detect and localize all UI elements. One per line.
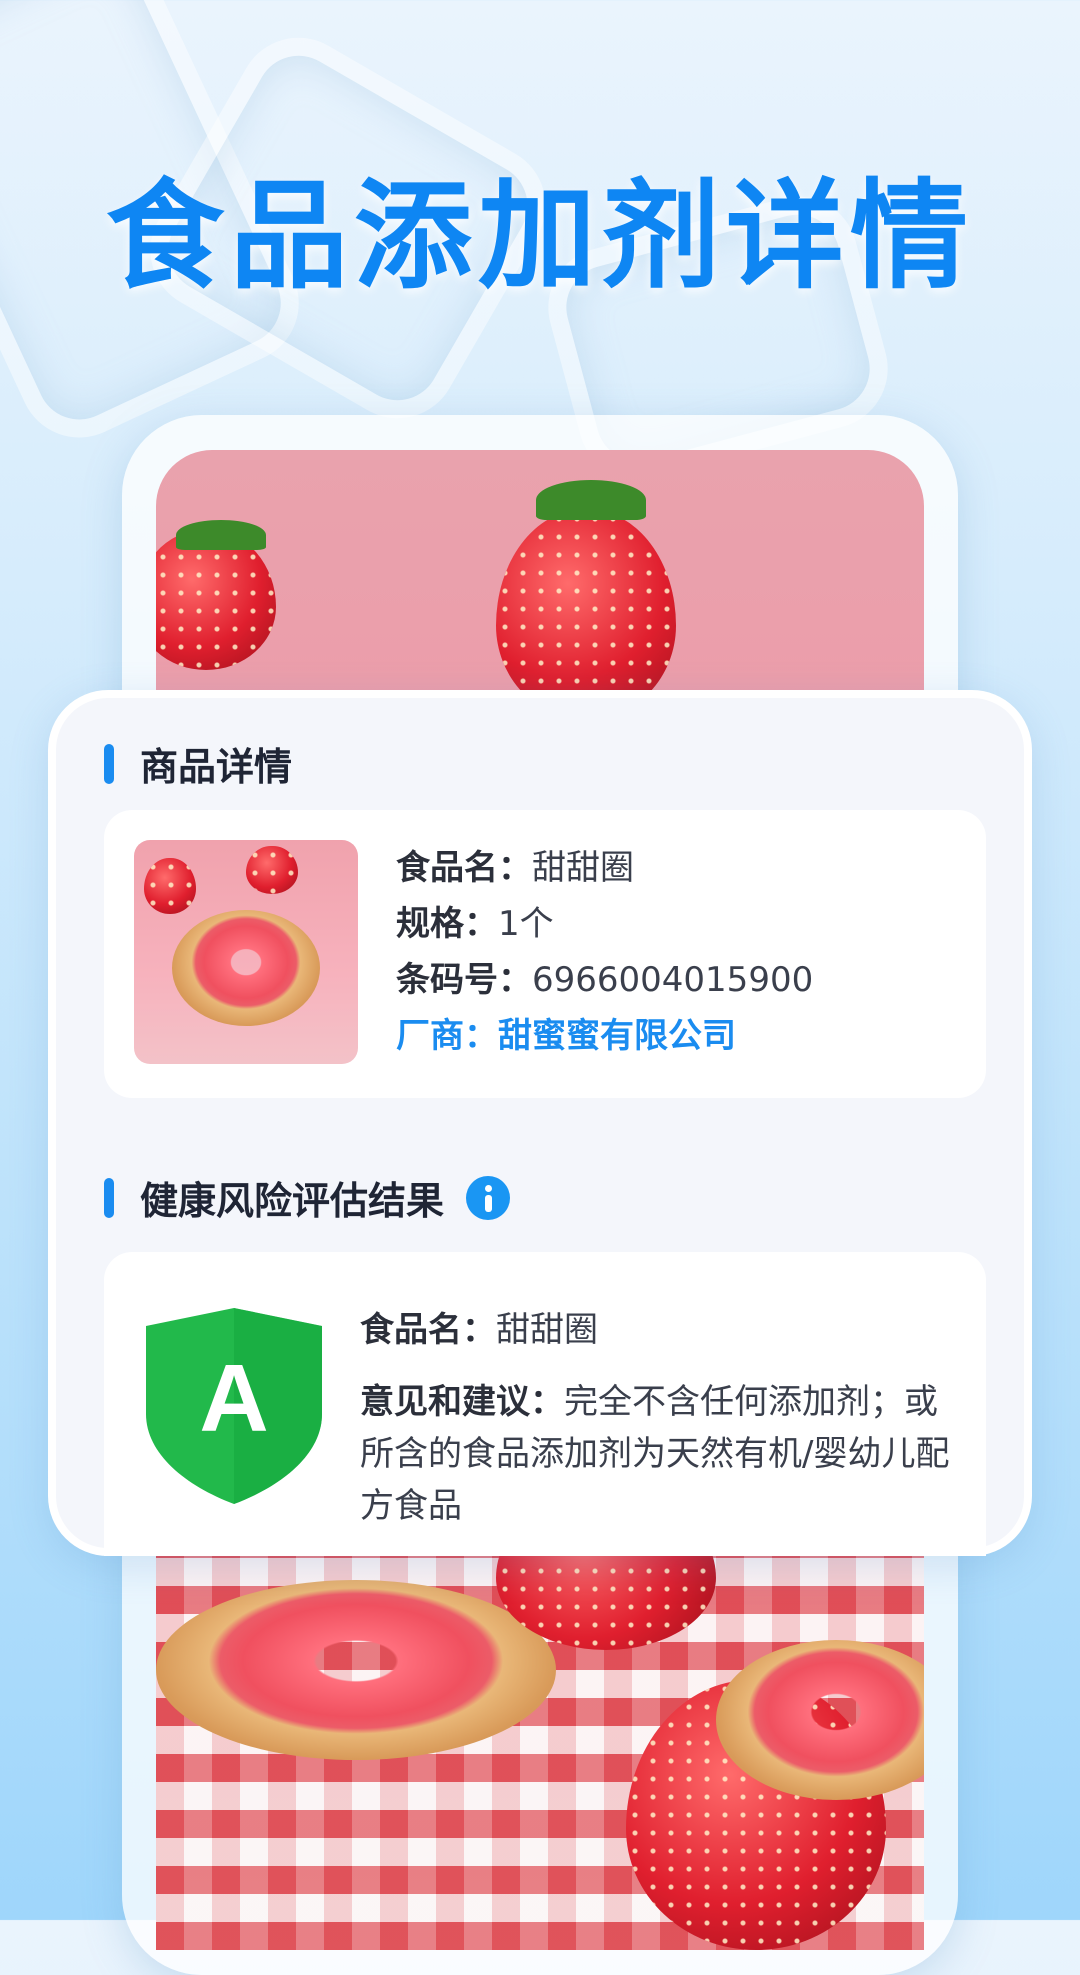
- strawberry-illustration: [156, 530, 276, 670]
- barcode-value: 6966004015900: [532, 960, 814, 1000]
- page-headline: 食品添加剂详情: [105, 167, 974, 305]
- title-accent-bar: [104, 743, 114, 784]
- donut-illustration: [156, 1580, 556, 1760]
- maker-label: 厂商：: [396, 1016, 498, 1056]
- barcode-label: 条码号：: [396, 960, 532, 1000]
- advice-label: 意见和建议：: [360, 1382, 564, 1422]
- product-thumbnail: [134, 840, 358, 1064]
- detail-card: 商品详情 食品名：甜甜圈 规格：1个 条码号：6966004015900 厂商：…: [48, 690, 1032, 1556]
- product-info-box: 食品名：甜甜圈 规格：1个 条码号：6966004015900 厂商：甜蜜蜜有限…: [104, 810, 986, 1098]
- risk-result-box: A 食品名：甜甜圈 意见和建议：完全不含任何添加剂；或所含的食品添加剂为天然有机…: [104, 1252, 986, 1556]
- donut-illustration: [172, 910, 320, 1026]
- risk-food-name-label: 食品名：: [360, 1310, 496, 1350]
- strawberry-illustration: [246, 846, 298, 894]
- spec-value: 1个: [498, 904, 554, 944]
- product-section-title-text: 商品详情: [140, 745, 293, 789]
- grade-letter: A: [199, 1345, 269, 1452]
- food-name-value: 甜甜圈: [532, 848, 634, 888]
- food-name-label: 食品名：: [396, 848, 532, 888]
- risk-section-title: 健康风险评估结果: [104, 1170, 511, 1225]
- strawberry-illustration: [144, 858, 196, 914]
- maker-row[interactable]: 厂商：甜蜜蜜有限公司: [396, 1008, 736, 1057]
- advice-text: 意见和建议：完全不含任何添加剂；或所含的食品添加剂为天然有机/婴幼儿配方食品: [360, 1376, 960, 1532]
- maker-link[interactable]: 甜蜜蜜有限公司: [498, 1016, 736, 1056]
- risk-food-name-row: 食品名：甜甜圈: [360, 1302, 598, 1351]
- barcode-row: 条码号：6966004015900: [396, 952, 813, 1001]
- product-section-title: 商品详情: [104, 736, 292, 791]
- info-icon[interactable]: [466, 1175, 511, 1220]
- risk-section-title-text: 健康风险评估结果: [140, 1179, 445, 1223]
- strawberry-leaf: [536, 480, 646, 520]
- spec-row: 规格：1个: [396, 896, 554, 945]
- title-accent-bar: [104, 1177, 114, 1218]
- food-name-row: 食品名：甜甜圈: [396, 840, 634, 889]
- strawberry-illustration: [496, 510, 676, 720]
- strawberry-leaf: [176, 520, 266, 550]
- risk-food-name-value: 甜甜圈: [496, 1310, 598, 1350]
- spec-label: 规格：: [396, 904, 498, 944]
